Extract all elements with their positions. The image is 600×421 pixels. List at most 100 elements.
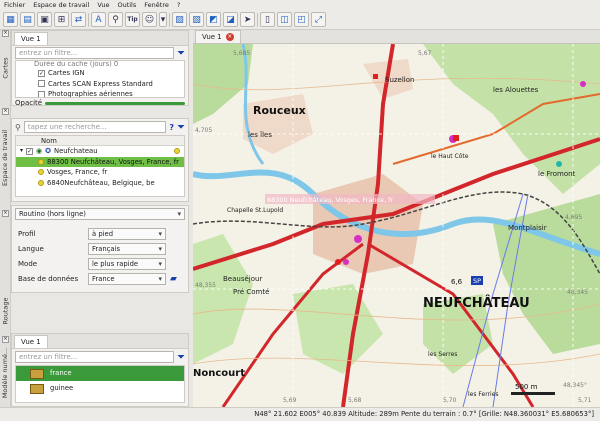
grid-label: 48,345° [563, 382, 587, 389]
dem-item-france[interactable]: france [16, 366, 184, 381]
map-area: Vue 1 × 88300 Neufchâteau, Vosges, Franc… [193, 30, 600, 407]
label-montplaisir: Montplaisir [508, 224, 547, 232]
map-export-icon[interactable]: ◰ [294, 12, 309, 27]
map-view-1-icon[interactable]: ▨ [172, 12, 187, 27]
checkbox[interactable] [38, 90, 45, 97]
map-view-4-icon[interactable]: ◪ [223, 12, 238, 27]
label-66: 6,6 [451, 278, 463, 286]
cursor-icon[interactable]: ➤ [240, 12, 255, 27]
expand-icon[interactable]: ▾ [20, 146, 23, 157]
label-les-iles: les îles [248, 131, 272, 139]
label-neufchateau: NEUFCHÂTEAU [423, 295, 530, 311]
menu-fenetre[interactable]: Fenêtre [144, 0, 169, 10]
label-serres: les Serres [428, 351, 457, 358]
mode-label: Mode [18, 259, 38, 268]
menu-help[interactable]: ? [177, 0, 180, 10]
folder-icon[interactable]: ▰ [170, 274, 177, 284]
grid-icon[interactable]: ⊞ [54, 12, 69, 27]
workspace-search-input[interactable]: tapez une recherche... [23, 121, 167, 133]
checkbox-checked[interactable]: ✓ [26, 147, 34, 155]
menu-vue[interactable]: Vue [97, 0, 109, 10]
fullscreen-icon[interactable]: ⤢ [311, 12, 326, 27]
profile-select[interactable]: à pied [88, 227, 166, 240]
map-item-ign[interactable]: ✓ Cartes IGN [16, 68, 184, 79]
map-tab-vue-1[interactable]: Vue 1 × [195, 30, 241, 43]
filter-icon[interactable]: ⏷ [177, 352, 185, 363]
search-result-label: 88300 Neufchâteau, Vosges, France, fr [47, 157, 179, 166]
pin-icon[interactable]: × [2, 108, 9, 115]
side-tab-label: Routage [1, 297, 10, 325]
database-select[interactable]: France [88, 272, 166, 285]
profile-label: Profil [18, 229, 36, 238]
routing-engine-select[interactable]: Routino (hors ligne) [15, 208, 185, 220]
menu-fichier[interactable]: Fichier [4, 0, 25, 10]
help-icon[interactable]: ? [169, 123, 174, 132]
menu-outils[interactable]: Outils [117, 0, 136, 10]
workspace-root-neufchateau[interactable]: ▾ ✓ ◉ ✪ Neufchateau [16, 146, 184, 157]
route-icon[interactable]: ⇄ [71, 12, 86, 27]
filter-icon[interactable]: ⏷ [177, 48, 185, 59]
grid-label: 5,69 [283, 397, 297, 404]
map-tab-bar: Vue 1 × [193, 30, 600, 44]
tab-vue-1[interactable]: Vue 1 [14, 32, 48, 45]
label-suzellon: Suzellon [385, 76, 414, 84]
poi-marker [580, 81, 586, 87]
label-beausejour: Beauséjour [223, 275, 262, 283]
search-result-1[interactable]: 88300 Neufchâteau, Vosges, France, fr [16, 156, 184, 167]
pin-icon[interactable]: × [2, 30, 9, 37]
label-alouettes: les Alouettes [493, 86, 539, 94]
search-result-2[interactable]: Vosges, France, fr [16, 167, 184, 178]
filter-icon[interactable]: ⏷ [177, 122, 185, 133]
map-layers-icon[interactable]: ▦ [3, 12, 18, 27]
menu-espace-de-travail[interactable]: Espace de travail [33, 0, 89, 10]
label-chapelle: Chapelle St.Lupold [227, 207, 283, 214]
side-tab-bar: × Cartes × Espace de travail × Routage ×… [0, 30, 11, 410]
tip-icon[interactable]: Tip [125, 12, 140, 27]
opacity-label: Opacité [15, 99, 43, 107]
profile-icon[interactable]: ☺ [142, 12, 157, 27]
cache-duration-label: Durée du cache (jours) 0 [34, 61, 119, 68]
zoom-icon[interactable]: ⚲ [108, 12, 123, 27]
map-view-3-icon[interactable]: ◩ [206, 12, 221, 27]
side-tab-routage[interactable]: × Routage [0, 210, 11, 332]
font-icon[interactable]: A [91, 12, 106, 27]
dem-icon[interactable]: ▤ [20, 12, 35, 27]
dem-item-guinee[interactable]: guinee [16, 381, 184, 396]
map-canvas[interactable]: 88300 Neufchâteau, Vosges, France, fr Ro… [193, 44, 600, 407]
workspace-panel: ⚲ tapez une recherche... ? ⏷ Nom ▾ ✓ ◉ ✪… [11, 118, 189, 202]
pin-icon[interactable]: × [2, 210, 9, 217]
sep-2 [169, 12, 170, 27]
map-view-2-icon[interactable]: ▧ [189, 12, 204, 27]
map-edit-icon[interactable]: ◫ [277, 12, 292, 27]
dropdown-icon[interactable]: ▾ [159, 12, 167, 27]
grid-label: 5,71 [578, 397, 592, 404]
tab-vue-1[interactable]: Vue 1 [14, 335, 48, 348]
document-icon[interactable]: ▯ [260, 12, 275, 27]
label-ferries: les Ferries [468, 391, 499, 398]
dem-filter-input[interactable]: entrez un filtre... [15, 351, 174, 363]
column-header-name[interactable]: Nom [16, 136, 184, 146]
language-select[interactable]: Français [88, 242, 166, 255]
search-result-3[interactable]: 6840Neufchâteau, Belgique, be [16, 178, 184, 189]
label-sp: SP [473, 277, 481, 285]
toolbar: ▦ ▤ ▣ ⊞ ⇄ A ⚲ Tip ☺ ▾ ▨ ▧ ◩ ◪ ➤ ▯ ◫ ◰ ⤢ [0, 10, 600, 30]
checkbox-checked[interactable]: ✓ [38, 69, 45, 77]
label-noncourt: Noncourt [193, 368, 245, 379]
close-tab-icon[interactable]: × [225, 33, 234, 41]
pin-icon[interactable]: × [2, 336, 9, 343]
side-tab-espace-de-travail[interactable]: × Espace de travail [0, 108, 11, 208]
side-tab-cartes[interactable]: × Cartes [0, 30, 11, 105]
side-tab-modele-numerique[interactable]: × Modèle numé... [0, 336, 11, 410]
maps-filter-input[interactable]: entrez un filtre... [15, 47, 174, 59]
poi-marker [556, 161, 562, 167]
dem-item-label: france [50, 369, 72, 378]
map-item-scan-express[interactable]: Cartes SCAN Express Standard [16, 79, 184, 90]
grid-label: 4,705 [195, 127, 212, 134]
checkbox[interactable] [38, 80, 45, 88]
workspace-icon[interactable]: ▣ [37, 12, 52, 27]
selected-place-label: 88300 Neufchâteau, Vosges, France, fr [267, 196, 393, 204]
opacity-slider[interactable] [45, 101, 185, 105]
mode-select[interactable]: le plus rapide [88, 257, 166, 270]
map-item-photos[interactable]: Photographies aériennes [16, 89, 184, 97]
search-result-label: Vosges, France, fr [47, 168, 108, 176]
